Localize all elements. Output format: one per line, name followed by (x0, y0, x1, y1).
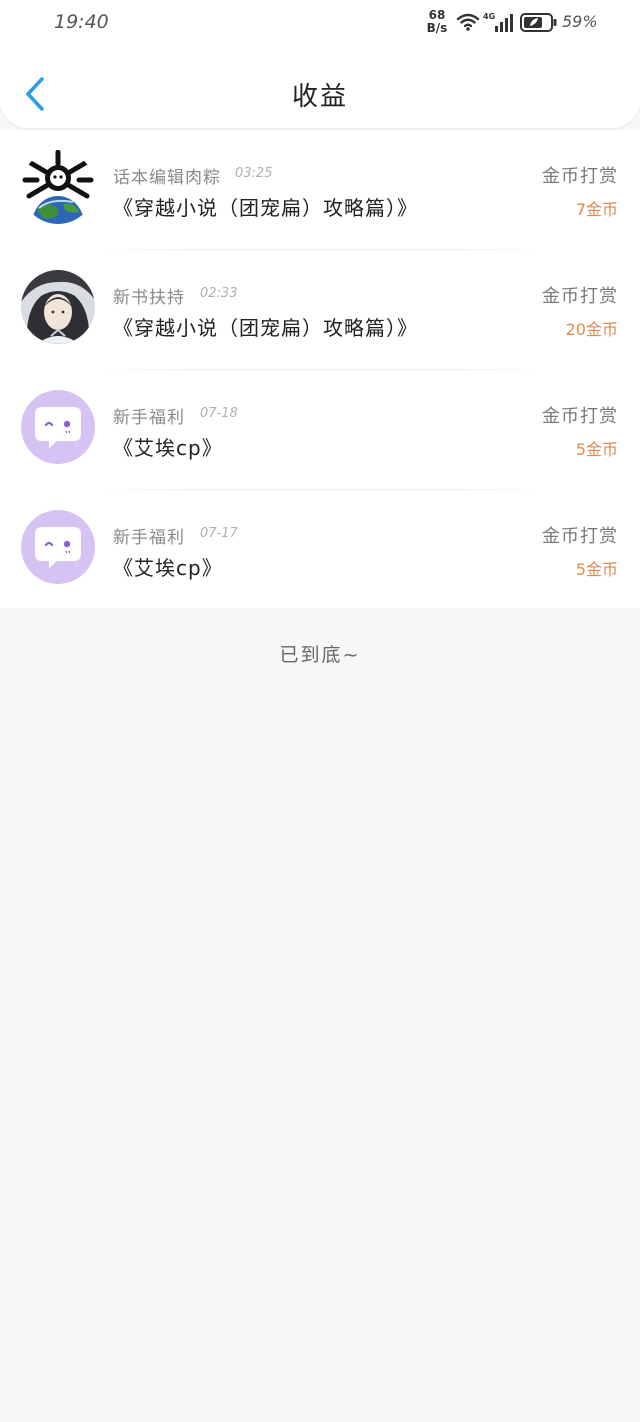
status-time: 19:40 (54, 11, 109, 33)
earnings-list: 话本编辑肉粽 03:25 《穿越小说（团宠扁）攻略篇）》 金币打赏 7金币 新书… (0, 130, 640, 608)
end-of-list-text: 已到底~ (279, 644, 361, 666)
book-title: 《穿越小说（团宠扁）攻略篇）》 (113, 196, 418, 220)
book-title: 《穿越小说（团宠扁）攻略篇）》 (113, 316, 418, 340)
battery-percentage: 59% (562, 12, 598, 31)
skull-globe-avatar (21, 150, 95, 224)
book-title: 《艾埃cp》 (113, 436, 223, 460)
book-title: 《艾埃cp》 (113, 556, 223, 580)
anime-character-avatar (21, 270, 95, 344)
wifi-icon (456, 13, 480, 31)
network-type-label: 4G (483, 12, 495, 21)
status-bar: 19:40 68 B/s 4G 59% (0, 0, 640, 48)
reward-amount: 5金币 (575, 560, 618, 579)
reward-amount: 5金币 (575, 440, 618, 459)
header: 19:40 68 B/s 4G 59% 收益 (0, 0, 640, 128)
earning-item[interactable]: 话本编辑肉粽 03:25 《穿越小说（团宠扁）攻略篇）》 金币打赏 7金币 (0, 130, 640, 250)
network-speed: 68 B/s (424, 9, 450, 35)
reward-amount: 7金币 (575, 200, 618, 219)
record-time: 03:25 (235, 166, 273, 181)
cellular-signal-icon: 4G (483, 12, 513, 32)
record-time: 07-18 (200, 406, 238, 421)
record-source: 新手福利 (113, 408, 185, 428)
earning-item[interactable]: 新手福利 07-18 《艾埃cp》 金币打赏 5金币 (0, 370, 640, 490)
record-time: 07-17 (200, 526, 238, 541)
chat-bubble-avatar (21, 510, 95, 584)
reward-type: 金币打赏 (542, 406, 618, 427)
reward-type: 金币打赏 (542, 166, 618, 187)
battery-icon (520, 13, 557, 32)
record-source: 新书扶持 (113, 288, 185, 308)
network-speed-unit: B/s (426, 21, 448, 35)
page-title: 收益 (291, 82, 348, 112)
reward-type: 金币打赏 (542, 526, 618, 547)
reward-amount: 20金币 (565, 320, 618, 339)
reward-type: 金币打赏 (542, 286, 618, 307)
earning-item[interactable]: 新书扶持 02:33 《穿越小说（团宠扁）攻略篇）》 金币打赏 20金币 (0, 250, 640, 370)
record-source: 话本编辑肉粽 (113, 168, 221, 188)
chat-bubble-avatar (21, 390, 95, 464)
record-source: 新手福利 (113, 528, 185, 548)
earning-item[interactable]: 新手福利 07-17 《艾埃cp》 金币打赏 5金币 (0, 490, 640, 610)
record-time: 02:33 (200, 286, 238, 301)
